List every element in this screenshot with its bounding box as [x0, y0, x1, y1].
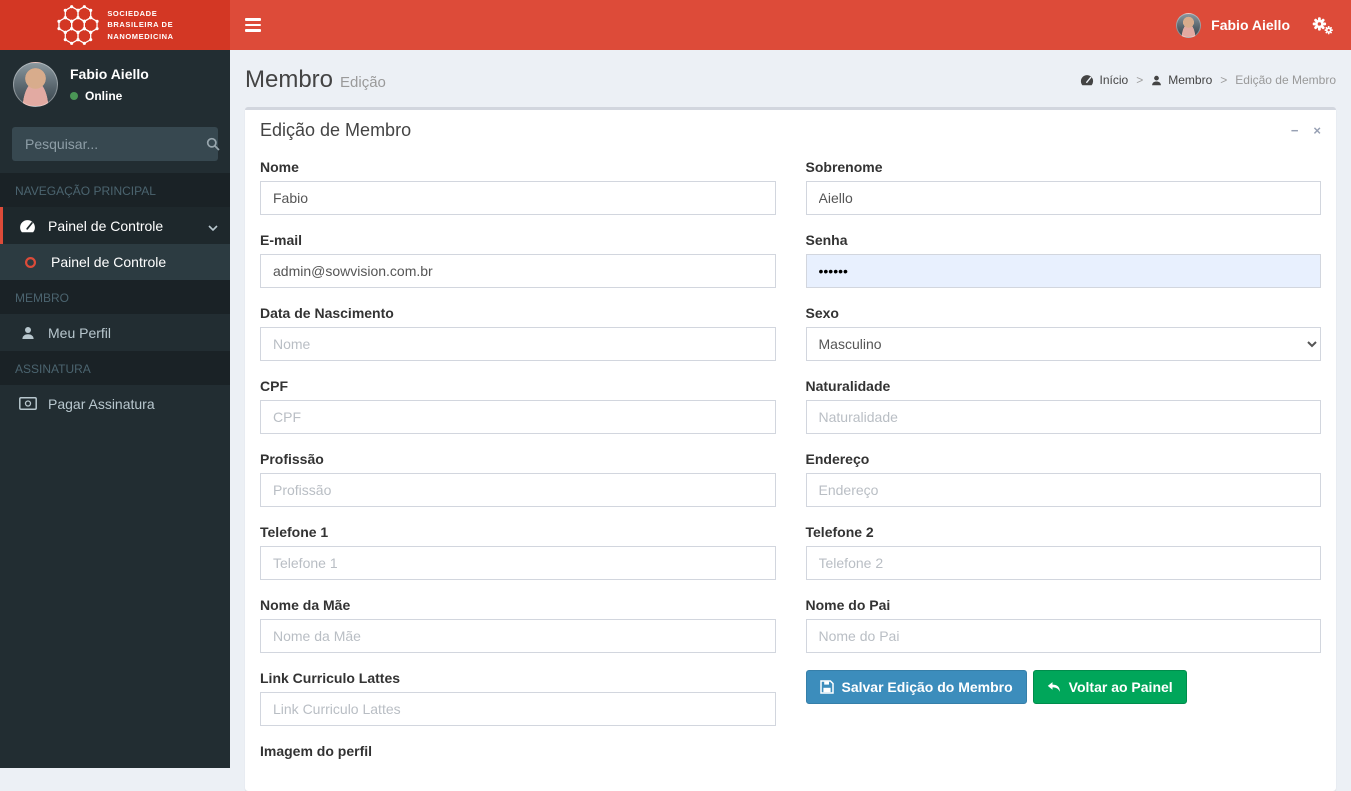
reply-arrow-icon [1047, 682, 1060, 692]
content-header: Membro Edição Início > Membro > Edição de… [230, 50, 1351, 107]
sobrenome-input[interactable] [805, 181, 1321, 215]
link-lattes-input[interactable] [260, 692, 776, 726]
naturalidade-input[interactable] [805, 400, 1321, 434]
sidebar-item-label: Pagar Assinatura [48, 395, 155, 412]
chevron-down-icon [208, 218, 218, 234]
tachometer-icon [18, 219, 37, 233]
brand-text: SOCIEDADE BRASILEIRA DE NANOMEDICINA [107, 8, 174, 41]
profissao-input[interactable] [260, 473, 776, 507]
nome-pai-input[interactable] [805, 619, 1321, 653]
endereco-label: Endereço [805, 451, 870, 467]
circle-o-icon [21, 256, 40, 269]
main-header: SOCIEDADE BRASILEIRA DE NANOMEDICINA Fab… [0, 0, 1351, 50]
tachometer-icon [1080, 75, 1093, 86]
senha-input[interactable] [805, 254, 1321, 288]
imagem-perfil-label: Imagem do perfil [260, 743, 373, 759]
navbar-user-menu[interactable]: Fabio Aiello [1176, 12, 1290, 38]
breadcrumb-current: Edição de Membro [1235, 73, 1336, 87]
sidebar-item-label: Meu Perfil [48, 324, 112, 341]
nome-mae-input[interactable] [260, 619, 776, 653]
breadcrumb-inicio[interactable]: Início [1080, 73, 1128, 87]
sidebar-item-meu-perfil[interactable]: Meu Perfil [0, 314, 230, 351]
breadcrumb-separator: > [1220, 73, 1228, 87]
sidebar-user-panel: Fabio Aiello Online [0, 50, 230, 121]
sexo-select[interactable]: Masculino [805, 327, 1321, 361]
sidebar-item-painel-de-controle[interactable]: Painel de Controle [0, 207, 230, 244]
endereco-input[interactable] [805, 473, 1321, 507]
avatar [13, 62, 58, 107]
nome-mae-label: Nome da Mãe [260, 597, 351, 613]
save-member-button[interactable]: Salvar Edição do Membro [805, 670, 1027, 704]
box-title: Edição de Membro [260, 120, 412, 140]
telefone1-label: Telefone 1 [260, 524, 329, 540]
sobrenome-label: Sobrenome [805, 159, 883, 175]
box-header: Edição de Membro − × [245, 110, 1336, 149]
cpf-label: CPF [260, 378, 288, 394]
email-label: E-mail [260, 232, 303, 248]
naturalidade-label: Naturalidade [805, 378, 891, 394]
back-to-panel-button[interactable]: Voltar ao Painel [1032, 670, 1187, 704]
breadcrumb-membro[interactable]: Membro [1151, 73, 1212, 87]
breadcrumb-separator: > [1136, 73, 1144, 87]
sidebar: Fabio Aiello Online NAVEGAÇÃO PRINCIPAL [0, 50, 230, 768]
avatar [1176, 12, 1202, 38]
page-subtitle: Edição [340, 74, 386, 91]
sidebar-item-label: Painel de Controle [51, 254, 167, 270]
sidebar-user-name: Fabio Aiello [70, 66, 149, 82]
page-title: Membro Edição [245, 66, 386, 93]
data-nascimento-input[interactable] [260, 327, 776, 361]
search-button[interactable] [206, 127, 220, 161]
sexo-label: Sexo [805, 305, 839, 321]
save-icon [819, 680, 834, 694]
search-input[interactable] [12, 136, 206, 152]
sidebar-search [12, 127, 220, 161]
search-icon [206, 137, 220, 151]
money-icon [18, 397, 37, 410]
close-box-button[interactable]: × [1313, 123, 1321, 138]
sidebar-submenu: Painel de Controle [0, 244, 230, 280]
cpf-input[interactable] [260, 400, 776, 434]
profissao-label: Profissão [260, 451, 324, 467]
email-input[interactable] [260, 254, 776, 288]
breadcrumb: Início > Membro > Edição de Membro [1080, 73, 1336, 87]
form-actions: Salvar Edição do Membro Voltar ao Painel [805, 670, 1322, 704]
box-body: Nome E-mail Data de Nascimento CPF [245, 149, 1336, 791]
form-column-left: Nome E-mail Data de Nascimento CPF [260, 159, 776, 776]
collapse-box-button[interactable]: − [1291, 123, 1299, 138]
nav-section-header: ASSINATURA [0, 351, 230, 385]
content-wrapper: Membro Edição Início > Membro > Edição de… [230, 50, 1351, 791]
telefone2-input[interactable] [805, 546, 1321, 580]
sidebar-item-label: Painel de Controle [48, 217, 164, 234]
online-status-icon [70, 92, 78, 100]
telefone2-label: Telefone 2 [805, 524, 874, 540]
link-lattes-label: Link Curriculo Lattes [260, 670, 401, 686]
nav-section-header: MEMBRO [0, 280, 230, 314]
brand-logo[interactable]: SOCIEDADE BRASILEIRA DE NANOMEDICINA [0, 0, 230, 50]
sidebar-toggle-button[interactable] [230, 0, 276, 50]
user-icon [18, 326, 37, 340]
senha-label: Senha [805, 232, 848, 248]
form-column-right: Sobrenome Senha Sexo Masculino N [805, 159, 1322, 776]
telefone1-input[interactable] [260, 546, 776, 580]
nav-section-header: NAVEGAÇÃO PRINCIPAL [0, 173, 230, 207]
top-navbar: Fabio Aiello [230, 0, 1351, 50]
user-icon [1152, 75, 1162, 85]
nome-input[interactable] [260, 181, 776, 215]
sidebar-subitem-painel-de-controle[interactable]: Painel de Controle [0, 244, 230, 280]
nome-pai-label: Nome do Pai [805, 597, 891, 613]
sidebar-user-status: Online [70, 89, 149, 103]
nome-label: Nome [260, 159, 299, 175]
gears-icon [1312, 16, 1333, 34]
navbar-user-name: Fabio Aiello [1211, 17, 1290, 33]
edit-member-box: Edição de Membro − × Nome E-mail [245, 107, 1336, 791]
settings-gears-button[interactable] [1312, 16, 1333, 35]
sidebar-menu: NAVEGAÇÃO PRINCIPAL Painel de Controle P… [0, 173, 230, 422]
sidebar-item-pagar-assinatura[interactable]: Pagar Assinatura [0, 385, 230, 422]
molecule-logo-icon [57, 4, 100, 46]
data-nascimento-label: Data de Nascimento [260, 305, 394, 321]
